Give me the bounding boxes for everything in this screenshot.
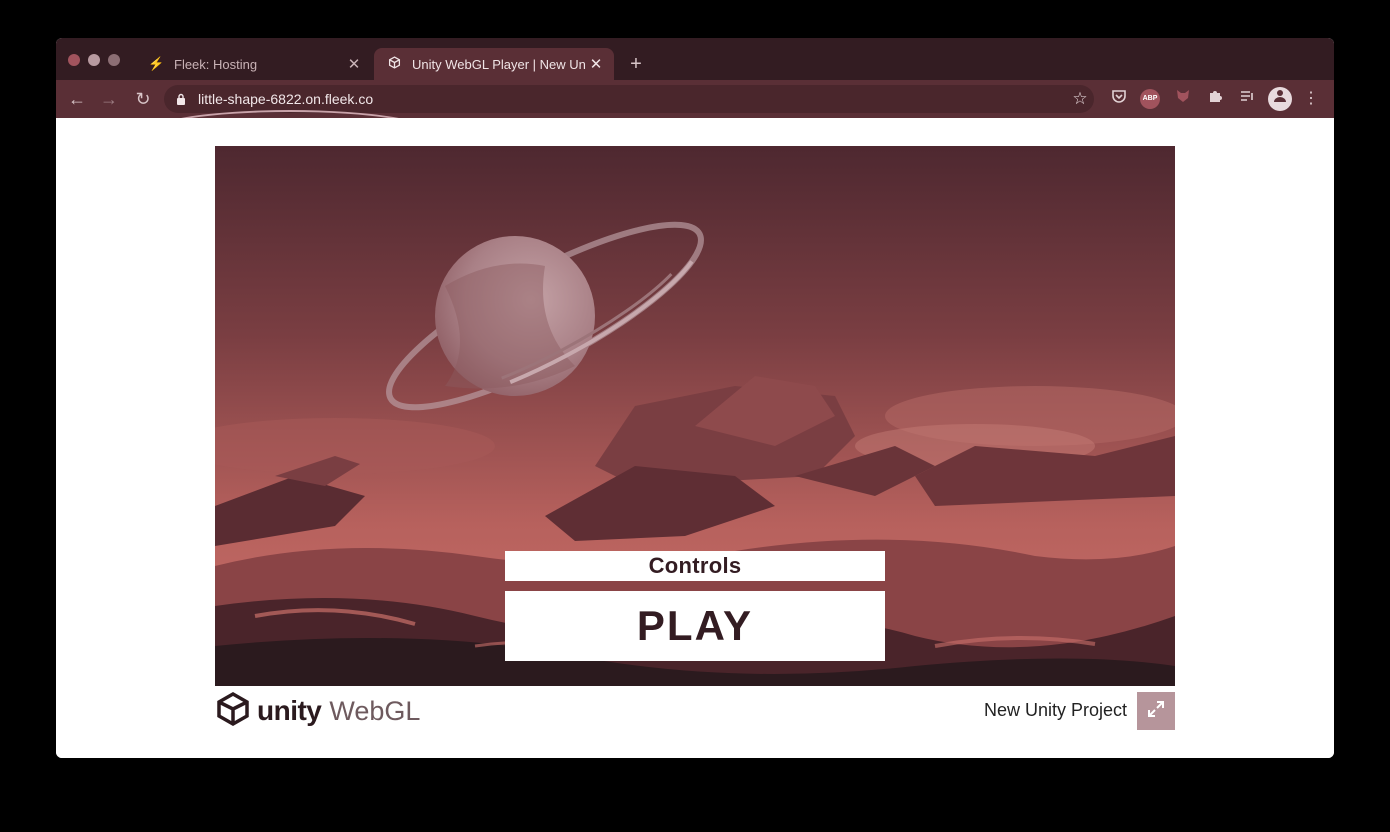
lock-icon — [174, 93, 188, 105]
queue-icon[interactable] — [1236, 88, 1258, 110]
puzzle-icon[interactable] — [1204, 88, 1226, 110]
bookmark-star-icon[interactable]: ☆ — [1068, 86, 1092, 112]
tab-title: Fleek: Hosting — [174, 56, 258, 72]
unity-webgl-logo: unity WebGL — [215, 691, 421, 732]
browser-window: ⚡ Fleek: Hosting ✕ Unity WebGL Player | … — [56, 38, 1334, 758]
minimize-window-button[interactable] — [88, 54, 100, 66]
pocket-icon[interactable] — [1108, 88, 1130, 110]
avatar-icon[interactable] — [1268, 87, 1292, 111]
close-tab-icon[interactable]: ✕ — [344, 55, 364, 73]
forward-arrow-icon[interactable]: → — [96, 86, 122, 112]
unity-game-canvas[interactable]: Controls PLAY — [215, 146, 1175, 686]
controls-button[interactable]: Controls — [505, 551, 885, 581]
project-title: New Unity Project — [983, 700, 1127, 720]
play-button[interactable]: PLAY — [505, 591, 885, 661]
address-bar[interactable]: little-shape-6822.on.fleek.co — [164, 85, 1094, 113]
logo-unity-text: unity — [257, 695, 322, 726]
web-page: Controls PLAY unity WebGL New Unity Proj… — [56, 118, 1334, 758]
back-arrow-icon[interactable]: ← — [64, 86, 90, 112]
adblock-icon[interactable]: ABP — [1140, 89, 1160, 109]
expand-icon — [1147, 700, 1165, 723]
tab-unity-webgl-player[interactable]: Unity WebGL Player | New Unity Project ✕ — [374, 48, 614, 80]
unity-cube-icon — [215, 691, 251, 732]
unity-footer: unity WebGL New Unity Project — [215, 690, 1175, 734]
close-window-button[interactable] — [68, 54, 80, 66]
fleek-icon: ⚡ — [148, 56, 165, 71]
tab-fleek-hosting[interactable]: ⚡ Fleek: Hosting ✕ — [136, 48, 372, 80]
logo-webgl-text: WebGL — [329, 695, 421, 726]
url-text[interactable]: little-shape-6822.on.fleek.co — [198, 91, 373, 107]
browser-toolbar: ← → ↻ little-shape-6822.on.fleek.co ☆ AB… — [56, 80, 1334, 158]
fullscreen-button[interactable] — [1137, 692, 1175, 730]
reload-icon[interactable]: ↻ — [130, 86, 156, 112]
fullscreen-window-button[interactable] — [108, 54, 120, 66]
tab-strip: ⚡ Fleek: Hosting ✕ Unity WebGL Player | … — [56, 38, 1334, 80]
unity-icon — [386, 56, 402, 72]
kebab-menu-icon[interactable]: ⋮ — [1300, 88, 1322, 110]
fox-icon[interactable] — [1172, 88, 1194, 110]
close-tab-icon[interactable]: ✕ — [586, 55, 606, 73]
tab-title: Unity WebGL Player | New Unity Project — [412, 56, 586, 72]
new-tab-button[interactable]: + — [624, 52, 648, 76]
